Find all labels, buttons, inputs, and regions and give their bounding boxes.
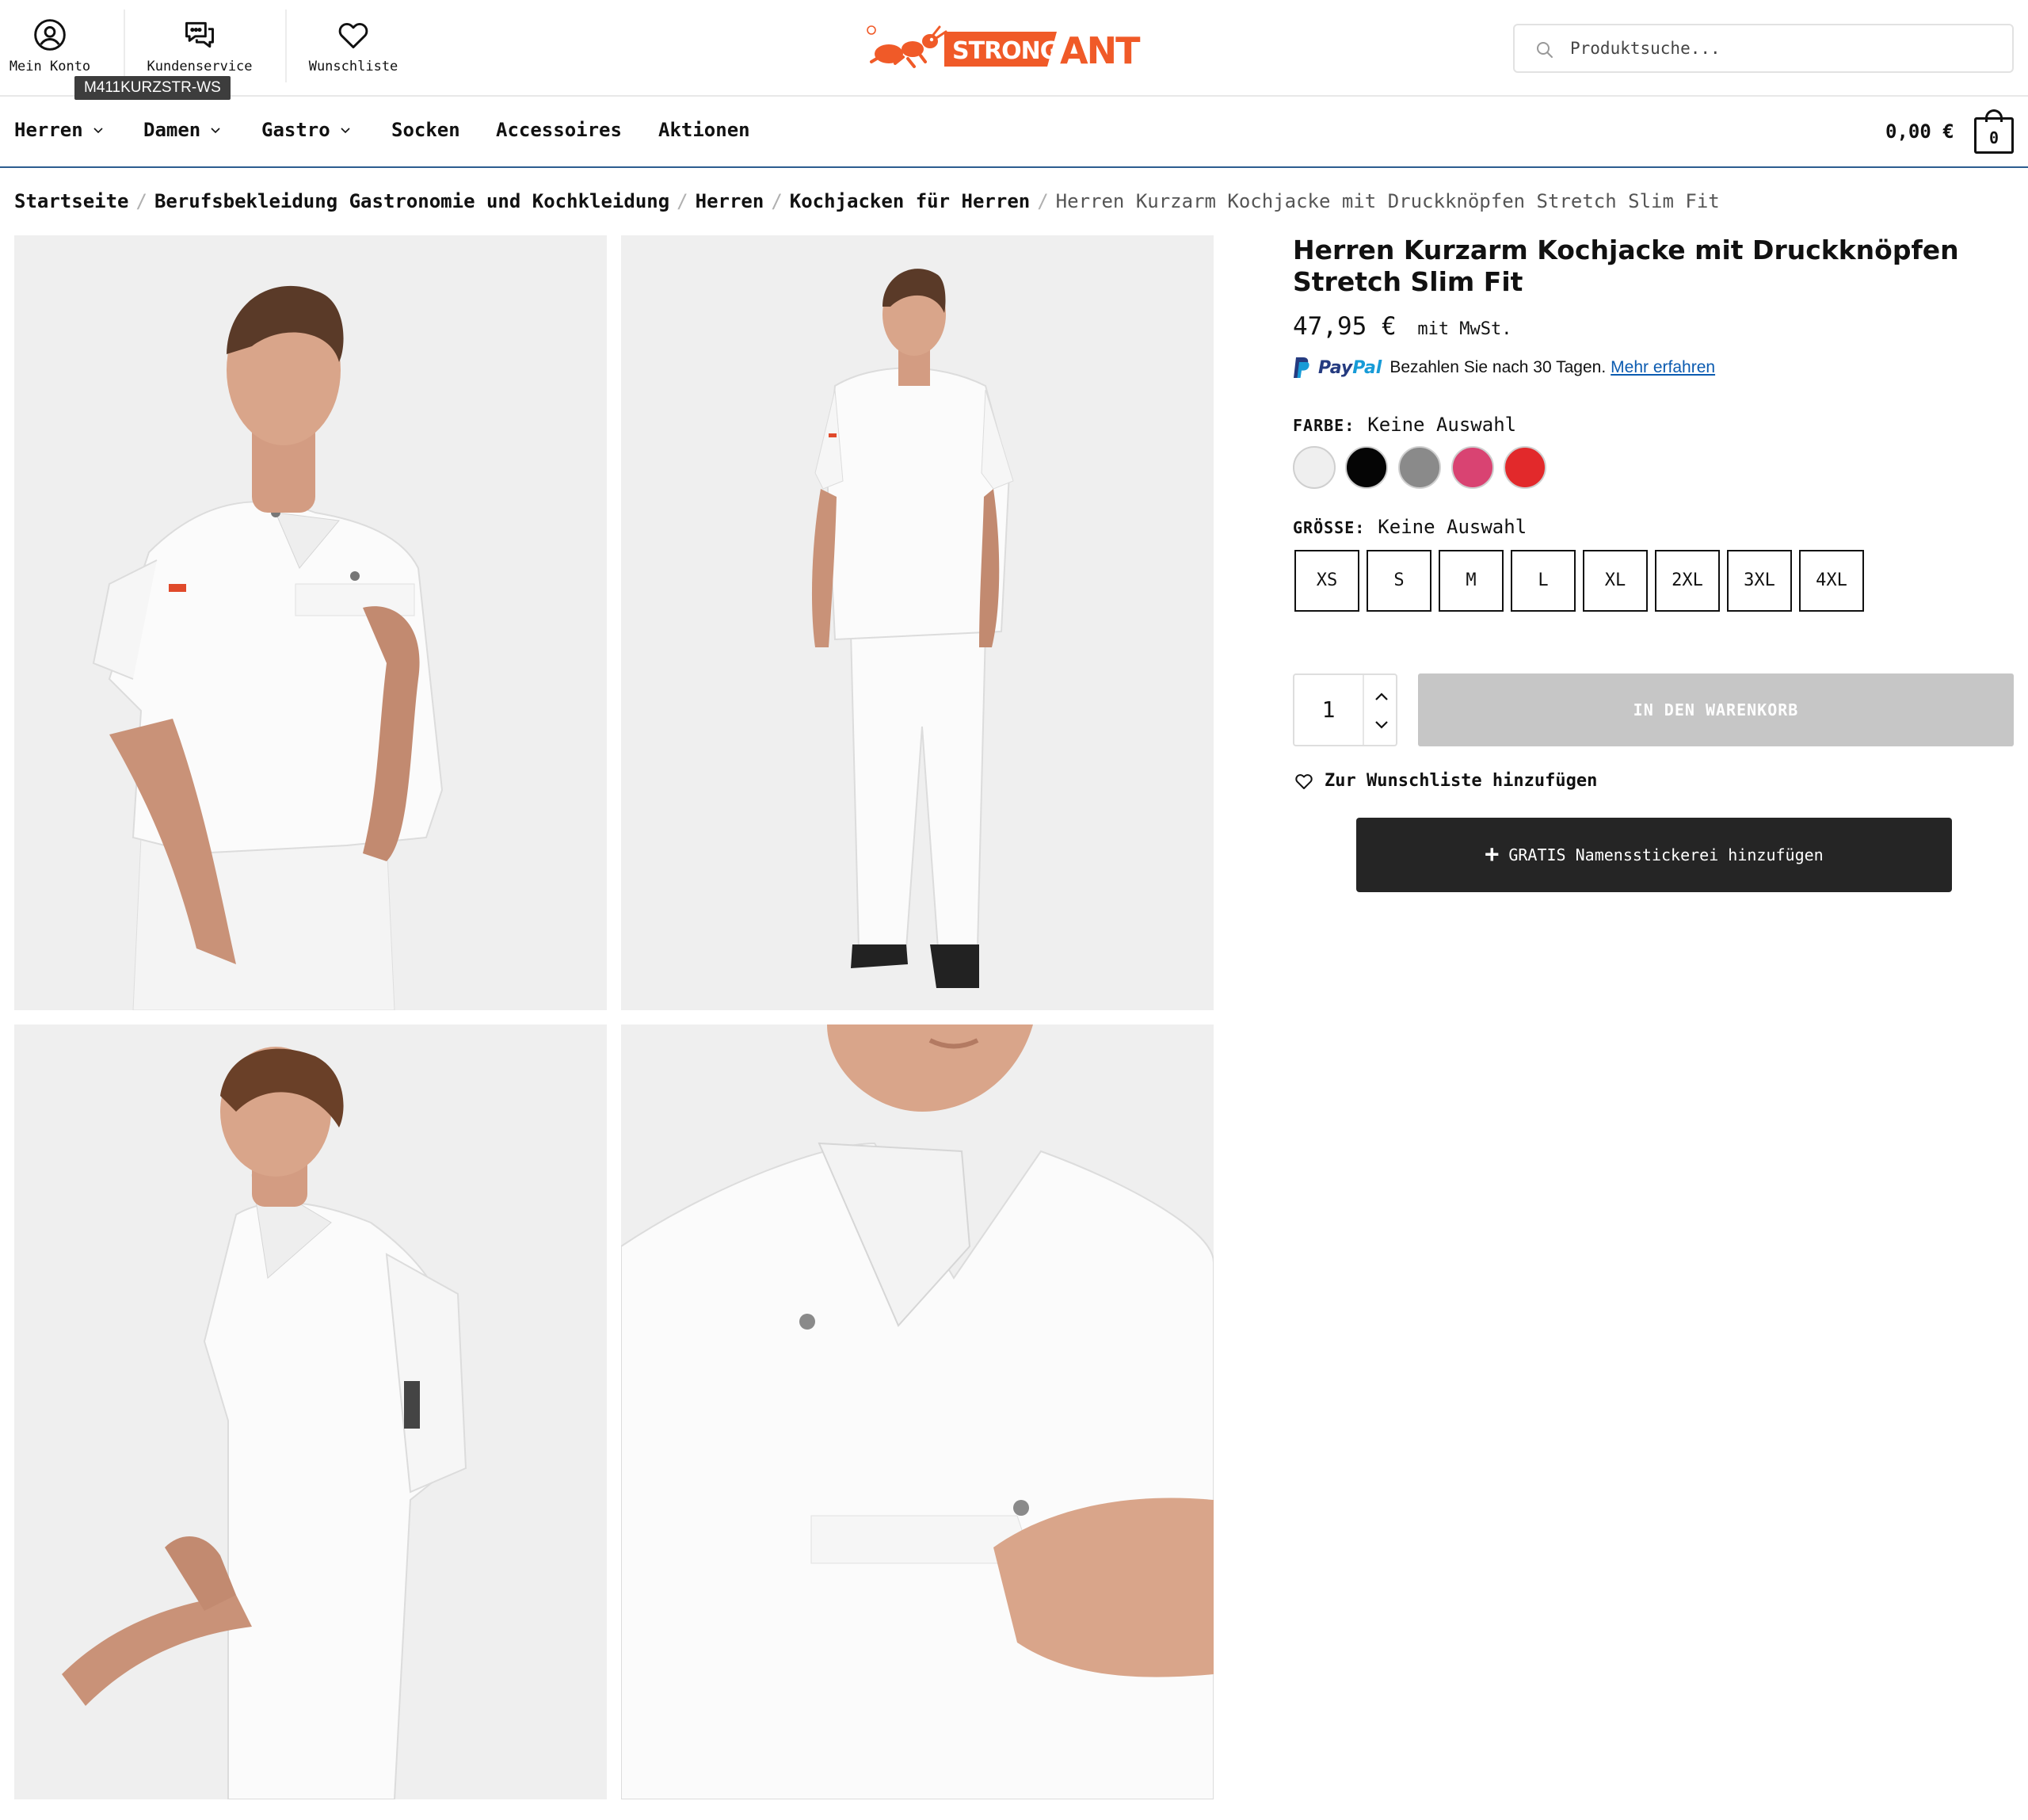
- add-embroidery-button[interactable]: + GRATIS Namensstickerei hinzufügen: [1356, 818, 1952, 892]
- sku-tooltip: M411KURZSTR-WS: [74, 76, 231, 100]
- user-circle-icon: [34, 19, 66, 51]
- add-to-cart-button[interactable]: IN DEN WARENKORB: [1418, 673, 2014, 746]
- size-label: GRÖSSE: Keine Auswahl: [1293, 516, 1527, 538]
- size-option-4xl[interactable]: 4XL: [1799, 550, 1864, 612]
- color-swatch-grey[interactable]: [1398, 446, 1441, 489]
- chevron-up-icon[interactable]: [1374, 691, 1389, 702]
- nav-herren[interactable]: Herren: [14, 119, 104, 141]
- paypal-word-pay: Pay: [1318, 357, 1353, 378]
- paypal-text: Bezahlen Sie nach 30 Tagen.: [1389, 358, 1607, 376]
- breadcrumb-men[interactable]: Herren: [696, 190, 764, 212]
- size-selection-value: Keine Auswahl: [1378, 516, 1527, 538]
- divider: [285, 10, 287, 82]
- price-value: 47,95 €: [1293, 312, 1397, 341]
- chevron-down-icon: [93, 128, 103, 134]
- color-swatch-pink[interactable]: [1451, 446, 1494, 489]
- wishlist-link[interactable]: Wunschliste: [298, 11, 409, 84]
- quantity-stepper[interactable]: 1: [1293, 673, 1397, 746]
- strongant-logo[interactable]: STRONG ANT: [863, 22, 1165, 70]
- breadcrumb-separator: /: [771, 190, 783, 212]
- customer-service-link[interactable]: Kundenservice: [144, 11, 255, 84]
- product-price: 47,95 € mit MwSt.: [1293, 312, 1512, 341]
- wishlist-link-label: Zur Wunschliste hinzufügen: [1325, 771, 1598, 791]
- size-option-3xl[interactable]: 3XL: [1727, 550, 1792, 612]
- search-icon: [1537, 42, 1553, 58]
- cart-total[interactable]: 0,00 €: [1885, 120, 1954, 143]
- chat-bubbles-icon: [185, 21, 214, 48]
- nav-gastro[interactable]: Gastro: [261, 119, 351, 141]
- paypal-learn-more-link[interactable]: Mehr erfahren: [1611, 358, 1715, 377]
- quantity-value[interactable]: 1: [1294, 675, 1363, 745]
- chevron-down-icon[interactable]: [1374, 719, 1389, 731]
- account-link[interactable]: Mein Konto: [0, 11, 100, 84]
- nav-label: Socken: [391, 119, 460, 141]
- nav-label: Aktionen: [658, 119, 750, 141]
- vat-note: mit MwSt.: [1417, 319, 1512, 339]
- heart-icon: [1295, 773, 1313, 789]
- breadcrumb-chef-jackets[interactable]: Kochjacken für Herren: [790, 190, 1030, 212]
- cart-button[interactable]: 0: [1974, 109, 2014, 154]
- breadcrumb-separator: /: [677, 190, 688, 212]
- color-swatch-black[interactable]: [1345, 446, 1388, 489]
- photo-chef-jacket-front[interactable]: [14, 235, 607, 1010]
- nav-damen[interactable]: Damen: [143, 119, 221, 141]
- model-front-image: [14, 235, 607, 1010]
- breadcrumb: Startseite / Berufsbekleidung Gastronomie …: [14, 190, 1720, 212]
- nav-aktionen[interactable]: Aktionen: [658, 119, 750, 141]
- product-title: Herren Kurzarm Kochjacke mit Druckknöpfe…: [1293, 235, 1959, 297]
- size-option-l[interactable]: L: [1511, 550, 1576, 612]
- size-option-xs[interactable]: XS: [1294, 550, 1359, 612]
- nav-socken[interactable]: Socken: [391, 119, 460, 141]
- chevron-down-icon: [341, 128, 350, 134]
- jacket-closeup-image: [621, 1024, 1214, 1799]
- breadcrumb-current: Herren Kurzarm Kochjacke mit Druckknöpfe…: [1055, 190, 1720, 212]
- ant-mascot: [867, 25, 947, 68]
- quantity-controls: [1363, 675, 1397, 745]
- top-bar: Mein Konto Kundenservice Wunschliste M41…: [0, 0, 2028, 100]
- model-side-image: [14, 1024, 607, 1799]
- nav-label: Accessoires: [496, 119, 622, 141]
- photo-chef-jacket-full-body[interactable]: [621, 235, 1214, 1010]
- chevron-down-icon: [211, 128, 220, 134]
- paypal-icon: [1294, 357, 1309, 378]
- color-swatch-white[interactable]: [1293, 446, 1336, 489]
- logo-text-right: ANT: [1060, 29, 1141, 70]
- divider: [124, 10, 125, 82]
- size-option-2xl[interactable]: 2XL: [1655, 550, 1720, 612]
- paypal-wordmark: PayPal: [1318, 358, 1382, 378]
- photo-chef-jacket-detail[interactable]: [621, 1024, 1214, 1799]
- size-option-xl[interactable]: XL: [1583, 550, 1648, 612]
- nav-label: Herren: [14, 119, 83, 141]
- add-to-wishlist-link[interactable]: Zur Wunschliste hinzufügen: [1294, 771, 1597, 791]
- paypal-word-pal: Pal: [1352, 357, 1382, 378]
- cart-count: 0: [1988, 128, 1999, 147]
- nav-accessoires[interactable]: Accessoires: [496, 119, 622, 141]
- nav-label: Damen: [143, 119, 201, 141]
- breadcrumb-separator: /: [1037, 190, 1049, 212]
- photo-chef-jacket-side[interactable]: [14, 1024, 607, 1799]
- breadcrumb-separator: /: [135, 190, 147, 212]
- nav-label: Gastro: [261, 119, 330, 141]
- search-input[interactable]: [1570, 32, 1998, 65]
- account-label: Mein Konto: [9, 59, 91, 74]
- logo-text-left: STRONG: [952, 37, 1058, 65]
- size-option-s[interactable]: S: [1367, 550, 1431, 612]
- breadcrumb-gastronomy[interactable]: Berufsbekleidung Gastronomie und Kochkle…: [154, 190, 669, 212]
- color-label-text: FARBE:: [1293, 416, 1355, 435]
- embroidery-label: GRATIS Namensstickerei hinzufügen: [1508, 845, 1824, 864]
- color-selection-value: Keine Auswahl: [1367, 414, 1517, 436]
- heart-icon: [338, 22, 368, 49]
- plus-icon: +: [1485, 841, 1500, 868]
- customer-service-label: Kundenservice: [147, 59, 253, 74]
- paypal-message: PayPal Bezahlen Sie nach 30 Tagen. Mehr …: [1293, 354, 1715, 381]
- color-swatch-red[interactable]: [1504, 446, 1546, 489]
- breadcrumb-home[interactable]: Startseite: [14, 190, 129, 212]
- product-search[interactable]: [1513, 24, 2014, 73]
- color-label: FARBE: Keine Auswahl: [1293, 414, 1516, 436]
- main-navigation: Herren Damen Gastro Socken Accessoires A…: [0, 97, 2028, 168]
- model-full-body-image: [621, 235, 1214, 1010]
- size-option-m[interactable]: M: [1439, 550, 1504, 612]
- size-label-text: GRÖSSE:: [1293, 518, 1366, 537]
- wishlist-label: Wunschliste: [308, 59, 398, 74]
